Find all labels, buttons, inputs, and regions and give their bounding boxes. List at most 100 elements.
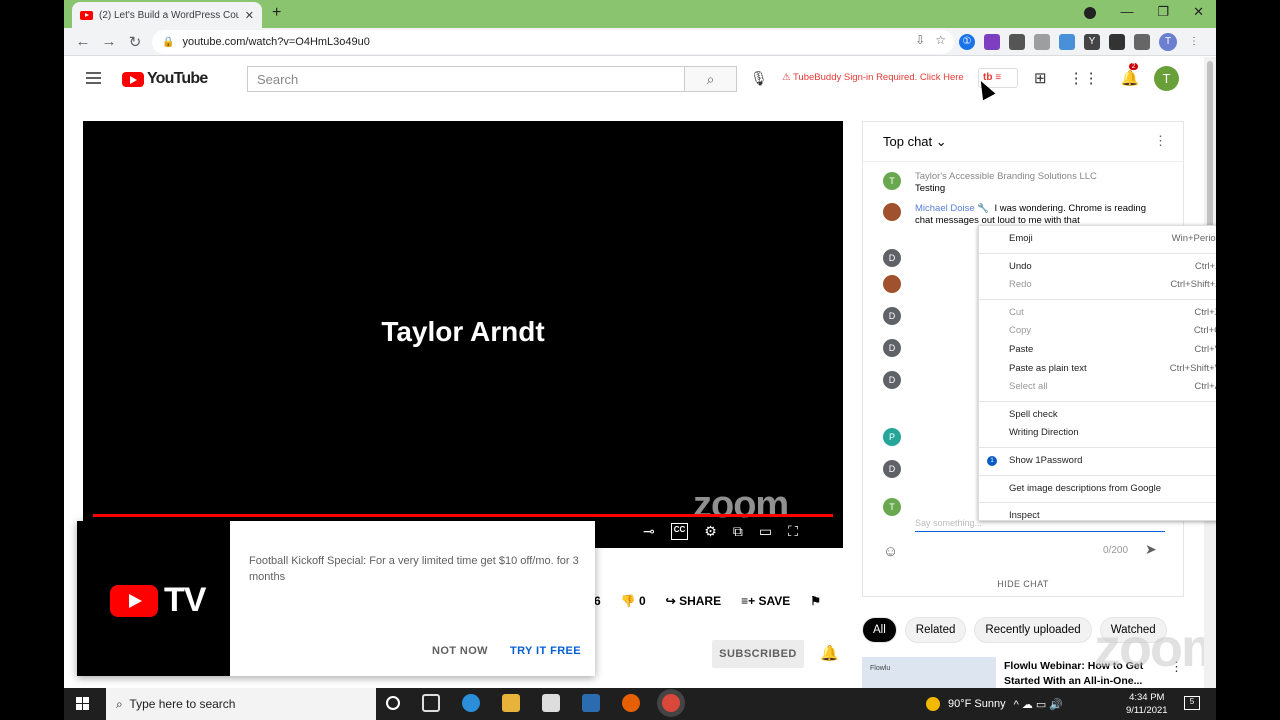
chip-recently-uploaded[interactable]: Recently uploaded: [974, 617, 1092, 643]
menu-item-select-all[interactable]: Select all Ctrl+A: [979, 378, 1216, 397]
chat-input[interactable]: Say something...: [915, 518, 982, 528]
cortana-icon[interactable]: [386, 696, 400, 710]
share-button[interactable]: ↪ SHARE: [666, 594, 721, 608]
menu-item-emoji[interactable]: Emoji Win+Period: [979, 230, 1216, 249]
firefox-icon[interactable]: [622, 694, 640, 712]
file-explorer-icon[interactable]: [502, 694, 520, 712]
mail-icon[interactable]: [582, 694, 600, 712]
back-icon[interactable]: ←: [70, 33, 96, 50]
reload-icon[interactable]: ↻: [122, 33, 148, 51]
bookmark-star-icon[interactable]: ☆: [935, 33, 946, 47]
search-button[interactable]: ⌕: [685, 66, 737, 92]
chat-avatar: D: [883, 371, 901, 389]
chrome-menu-icon[interactable]: ⋮: [1186, 34, 1202, 50]
maximize-icon[interactable]: ❐: [1157, 4, 1169, 20]
search-input[interactable]: Search: [247, 66, 685, 92]
tab-search-icon[interactable]: [1084, 7, 1097, 19]
menu-item-inspect[interactable]: Inspect: [979, 507, 1216, 526]
profile-icon[interactable]: T: [1159, 33, 1177, 51]
related-thumbnail[interactable]: Flowlu: [862, 657, 996, 688]
menu-divider: [979, 474, 1216, 476]
microphone-icon[interactable]: 🎙: [750, 70, 768, 87]
new-tab-button[interactable]: +: [272, 4, 281, 22]
chip-related[interactable]: Related: [904, 617, 967, 643]
youtube-tv-promo: TV Football Kickoff Special: For a very …: [77, 521, 595, 676]
store-icon[interactable]: [542, 694, 560, 712]
chat-avatar: T: [883, 172, 901, 190]
menu-item-spell-check[interactable]: Spell check▶: [979, 406, 1216, 425]
autoplay-toggle-icon[interactable]: ⊸: [643, 523, 655, 540]
like-count[interactable]: 6: [594, 594, 601, 608]
subscribed-button[interactable]: SUBSCRIBED: [712, 640, 804, 668]
send-icon[interactable]: ➤: [1145, 541, 1157, 558]
extension-camera-icon[interactable]: [1009, 34, 1025, 50]
notifications-bell-icon[interactable]: 🔔 2: [1121, 63, 1139, 87]
browser-tab[interactable]: (2) Let's Build a WordPress Course ✕: [72, 2, 262, 28]
captions-icon[interactable]: CC: [670, 523, 689, 540]
youtube-favicon-icon: [80, 10, 93, 20]
windows-start-icon[interactable]: [76, 697, 90, 711]
screen: (2) Let's Build a WordPress Course ✕ + —…: [0, 0, 1280, 720]
settings-gear-icon[interactable]: ⚙: [704, 523, 717, 540]
chip-all[interactable]: All: [862, 617, 897, 643]
create-video-icon[interactable]: ⊞: [1034, 69, 1047, 87]
forward-icon[interactable]: →: [96, 33, 122, 50]
chat-more-icon[interactable]: ⋮: [1154, 133, 1167, 149]
dislike-button[interactable]: 👎 0: [621, 594, 646, 608]
fullscreen-icon[interactable]: ⛶: [788, 523, 798, 540]
menu-item-redo[interactable]: Redo Ctrl+Shift+Z: [979, 276, 1216, 295]
browser-window: (2) Let's Build a WordPress Course ✕ + —…: [64, 0, 1216, 688]
extension-phone-icon[interactable]: [1034, 34, 1050, 50]
address-bar[interactable]: 🔒 youtube.com/watch?v=O4HmL3o49u0 ⇩ ☆: [152, 30, 954, 54]
weather-text[interactable]: 90°F Sunny: [948, 698, 1006, 710]
reading-list-icon[interactable]: [1134, 34, 1150, 50]
video-frame-title: Taylor Arndt: [381, 316, 545, 347]
tubebuddy-warning[interactable]: ⚠ TubeBuddy Sign-in Required. Click Here: [782, 72, 964, 83]
menu-item-undo[interactable]: Undo Ctrl+Z: [979, 258, 1216, 277]
menu-item-paste-plain[interactable]: Paste as plain text Ctrl+Shift+V: [979, 360, 1216, 379]
apps-grid-icon[interactable]: ⋮⋮: [1069, 69, 1099, 87]
try-free-button[interactable]: TRY IT FREE: [510, 645, 581, 657]
1password-icon[interactable]: ①: [959, 34, 975, 50]
menu-item-image-descriptions[interactable]: Get image descriptions from Google▶: [979, 480, 1216, 499]
taskbar-search[interactable]: ⌕ Type here to search: [106, 688, 376, 720]
avatar[interactable]: T: [1154, 66, 1179, 91]
youtube-logo[interactable]: YouTube: [122, 70, 208, 88]
hide-chat-button[interactable]: HIDE CHAT: [863, 579, 1183, 589]
video-player[interactable]: Taylor Arndt zoom ⊸ CC ⚙ ⧉ ▭ ⛶: [83, 121, 843, 548]
close-window-icon[interactable]: ✕: [1193, 4, 1204, 20]
chrome-icon[interactable]: [662, 694, 680, 712]
close-tab-icon[interactable]: ✕: [245, 9, 254, 22]
save-button[interactable]: ≡+ SAVE: [741, 594, 790, 608]
top-chat-dropdown[interactable]: Top chat ⌄: [883, 134, 947, 149]
clock[interactable]: 4:34 PM 9/11/2021: [1126, 691, 1168, 717]
menu-item-show-1password[interactable]: 1 Show 1Password: [979, 452, 1216, 471]
menu-shortcut: Ctrl+X: [1194, 306, 1216, 318]
hamburger-menu-icon[interactable]: [86, 72, 101, 87]
menu-item-copy[interactable]: Copy Ctrl+C: [979, 322, 1216, 341]
edge-icon[interactable]: [462, 694, 480, 712]
menu-item-writing-direction[interactable]: Writing Direction▶: [979, 424, 1216, 443]
video-progress-bar[interactable]: [93, 514, 833, 517]
report-flag-icon[interactable]: ⚑: [810, 594, 821, 608]
extension-drive-icon[interactable]: [1059, 34, 1075, 50]
not-now-button[interactable]: NOT NOW: [432, 645, 488, 657]
miniplayer-icon[interactable]: ⧉: [733, 523, 743, 540]
install-icon[interactable]: ⇩: [915, 33, 925, 47]
theater-mode-icon[interactable]: ▭: [759, 523, 772, 540]
extension-y-icon[interactable]: Y: [1084, 34, 1100, 50]
task-view-icon[interactable]: [422, 694, 440, 712]
subscription-bell-icon[interactable]: 🔔: [820, 644, 839, 662]
extension-purple-icon[interactable]: [984, 34, 1000, 50]
scrollbar-thumb[interactable]: [1207, 61, 1213, 229]
menu-item-cut[interactable]: Cut Ctrl+X: [979, 304, 1216, 323]
notification-center-icon[interactable]: 5: [1184, 696, 1200, 710]
menu-label: Cut: [1009, 306, 1024, 318]
minimize-icon[interactable]: —: [1120, 4, 1133, 20]
menu-divider: [979, 298, 1216, 300]
chat-avatar: D: [883, 339, 901, 357]
menu-item-paste[interactable]: Paste Ctrl+V: [979, 341, 1216, 360]
extensions-puzzle-icon[interactable]: [1109, 34, 1125, 50]
emoji-icon[interactable]: ☺: [883, 543, 898, 560]
tray-icons[interactable]: ^ ☁ ▭ 🔊: [1014, 698, 1063, 711]
